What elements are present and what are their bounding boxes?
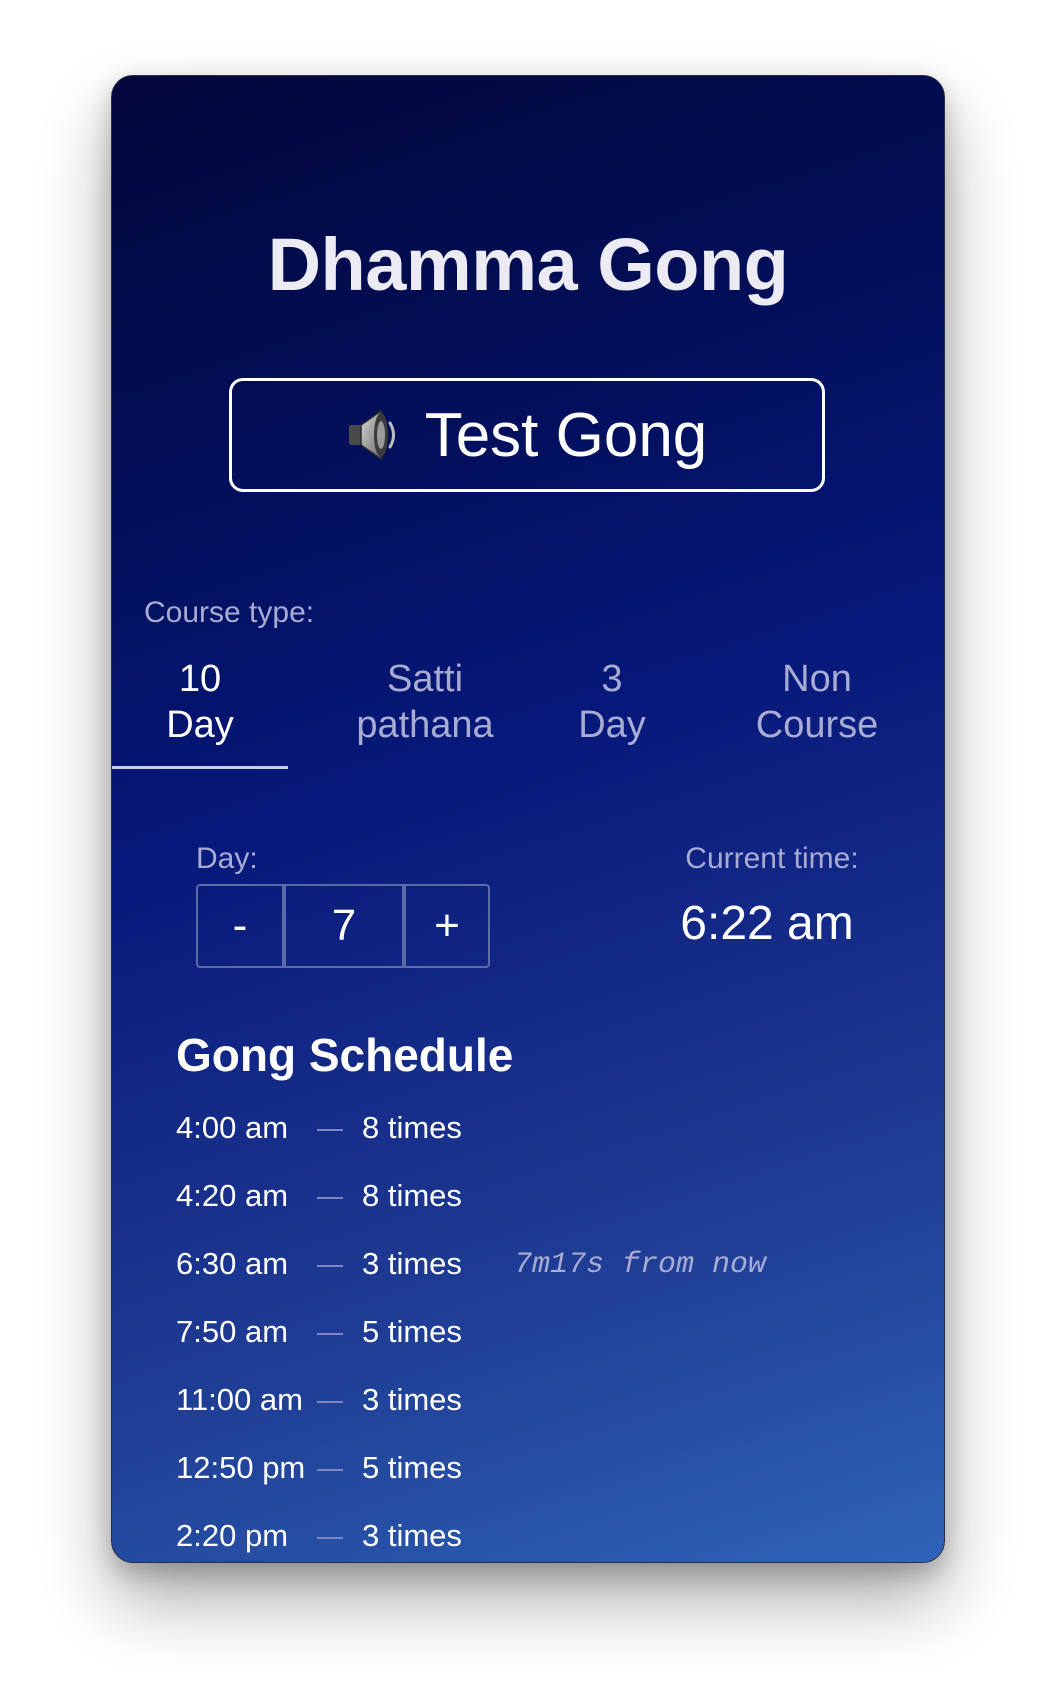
schedule-separator <box>317 1197 343 1199</box>
tab-label-line: Satti <box>386 658 464 700</box>
schedule-time: 11:00 am <box>176 1382 303 1417</box>
tab-label-line: Day <box>166 704 234 746</box>
schedule-count: 8 times <box>362 1110 462 1145</box>
schedule-time: 4:00 am <box>176 1110 289 1145</box>
current-time-value: 6:22 am <box>680 897 854 950</box>
schedule-time: 7:50 am <box>176 1314 289 1349</box>
schedule-row: 2:20 pm 3 times <box>176 1518 896 1562</box>
app-title: Dhamma Gong <box>267 223 789 306</box>
day-label: Day: <box>196 842 258 875</box>
schedule-count: 3 times <box>362 1246 462 1281</box>
schedule-count: 5 times <box>362 1450 462 1485</box>
tab-label-line: Day <box>578 704 646 746</box>
tab-label-line: 10 <box>178 658 222 700</box>
schedule-title: Gong Schedule <box>176 1029 514 1081</box>
schedule-time: 2:20 pm <box>176 1518 289 1553</box>
day-value: 7 <box>284 886 404 966</box>
day-increment-button[interactable]: + <box>404 884 490 968</box>
tab-label-line: Non <box>782 658 852 700</box>
schedule-row: 4:20 am 8 times <box>176 1178 896 1246</box>
tab-3-day[interactable]: 3 Day <box>542 656 682 748</box>
schedule-row: 12:50 pm 5 times <box>176 1450 896 1518</box>
schedule-time: 12:50 pm <box>176 1450 306 1485</box>
course-type-label: Course type: <box>144 596 315 629</box>
test-gong-button[interactable]: Test Gong <box>229 378 825 492</box>
schedule-separator <box>317 1265 343 1267</box>
current-time-label: Current time: <box>685 842 859 875</box>
schedule-count: 3 times <box>362 1518 462 1553</box>
schedule-time: 4:20 am <box>176 1178 289 1213</box>
active-tab-indicator <box>112 766 288 769</box>
schedule-separator <box>317 1537 343 1539</box>
speaker-icon <box>347 408 403 462</box>
test-gong-label: Test Gong <box>424 400 708 470</box>
schedule-row: 7:50 am 5 times <box>176 1314 896 1382</box>
schedule-time: 6:30 am <box>176 1246 289 1281</box>
day-stepper: - 7 + <box>196 884 490 968</box>
tab-satipatthana[interactable]: Satti pathana <box>308 656 542 748</box>
tab-label-line: 3 <box>601 658 623 700</box>
course-type-tabs: 10 Day Satti pathana 3 Day Non Course <box>112 656 944 780</box>
day-decrement-button[interactable]: - <box>196 884 284 968</box>
gong-schedule-list: 4:00 am 8 times 4:20 am 8 times 6:30 am … <box>176 1110 896 1562</box>
schedule-count: 5 times <box>362 1314 462 1349</box>
schedule-separator <box>317 1129 343 1131</box>
schedule-row: 4:00 am 8 times <box>176 1110 896 1178</box>
app-window: Dhamma Gong Test Gong Course type: 10 Da… <box>111 75 945 1563</box>
schedule-count: 3 times <box>362 1382 462 1417</box>
schedule-row: 11:00 am 3 times <box>176 1382 896 1450</box>
schedule-separator <box>317 1469 343 1471</box>
schedule-separator <box>317 1333 343 1335</box>
tab-label-line: pathana <box>356 704 494 746</box>
tab-non-course[interactable]: Non Course <box>722 656 912 748</box>
next-gong-countdown: 7m17s from now <box>514 1248 767 1282</box>
tab-label-line: Course <box>755 704 879 746</box>
schedule-row: 6:30 am 3 times 7m17s from now <box>176 1246 896 1314</box>
tab-10-day[interactable]: 10 Day <box>112 656 288 748</box>
schedule-separator <box>317 1401 343 1403</box>
schedule-count: 8 times <box>362 1178 462 1213</box>
day-value-field[interactable]: 7 <box>284 884 404 968</box>
